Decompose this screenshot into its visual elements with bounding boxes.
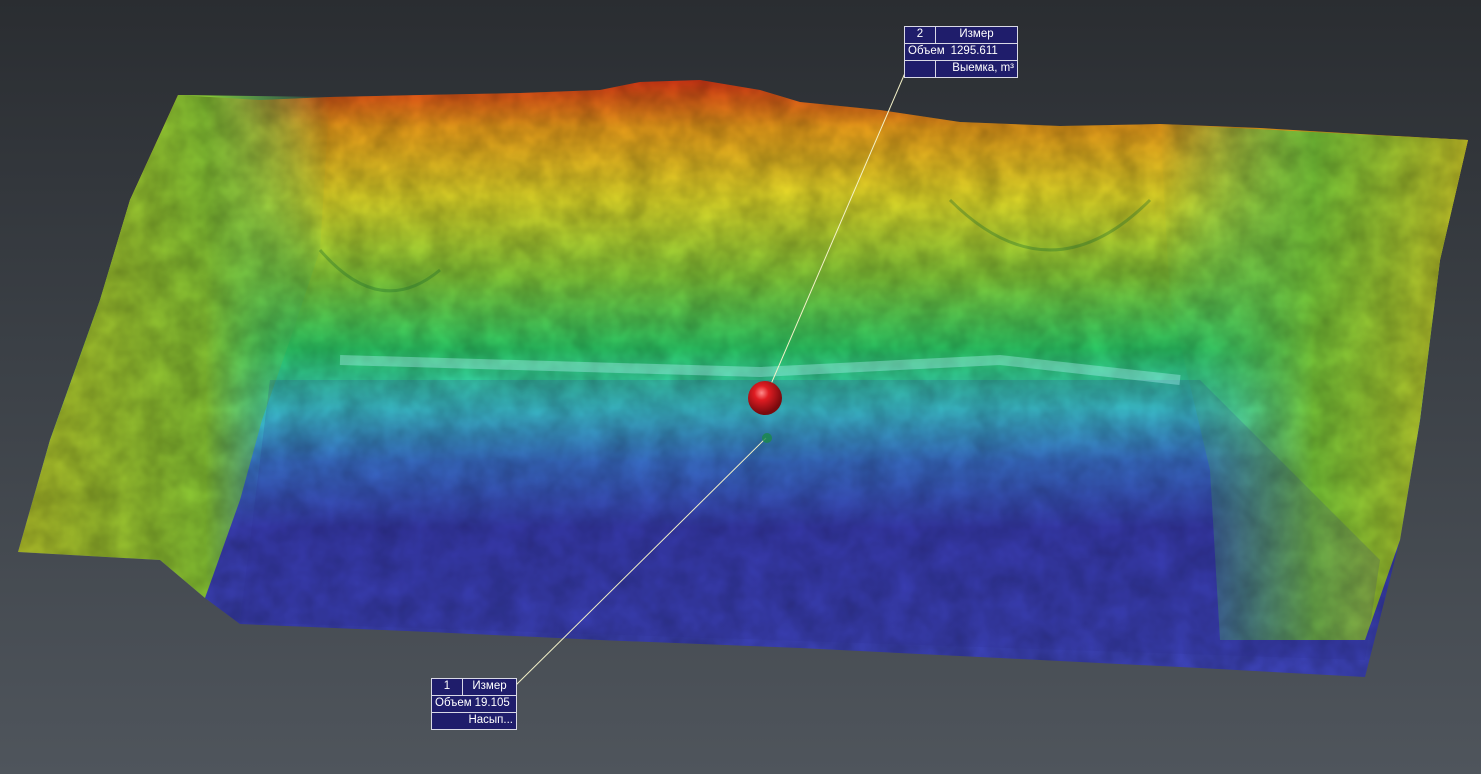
label-header-row: 1 Измер — [432, 679, 516, 696]
measurement-type: Выемка, m³ — [952, 62, 1014, 74]
label-value-row: Объем 19.105 — [432, 696, 516, 713]
measurement-title: Измер — [959, 28, 994, 40]
pit-floor-shade — [240, 380, 1380, 660]
measurement-label-2[interactable]: 2 Измер Объем 1295.611 Выемка, m³ — [904, 26, 1018, 78]
measurement-id: 1 — [432, 679, 463, 695]
label-type-row: Выемка, m³ — [905, 61, 1017, 77]
measurement-label-1[interactable]: 1 Измер Объем 19.105 Насып... — [431, 678, 517, 730]
label-type-row: Насып... — [432, 713, 516, 729]
volume-value: 1295.611 — [950, 45, 998, 57]
terrain-mesh[interactable] — [18, 80, 1468, 677]
measurement-type: Насып... — [468, 714, 513, 726]
sphere-marker-icon[interactable] — [748, 381, 782, 415]
volume-value: 19.105 — [474, 697, 510, 709]
label-value-row: Объем 1295.611 — [905, 44, 1017, 61]
measurement-title: Измер — [472, 680, 507, 692]
volume-key: Объем — [908, 45, 945, 57]
3d-viewport[interactable] — [0, 0, 1481, 774]
volume-key: Объем — [435, 697, 472, 709]
label-header-row: 2 Измер — [905, 27, 1017, 44]
measurement-id: 2 — [905, 27, 936, 43]
point-marker-icon[interactable] — [762, 433, 772, 443]
